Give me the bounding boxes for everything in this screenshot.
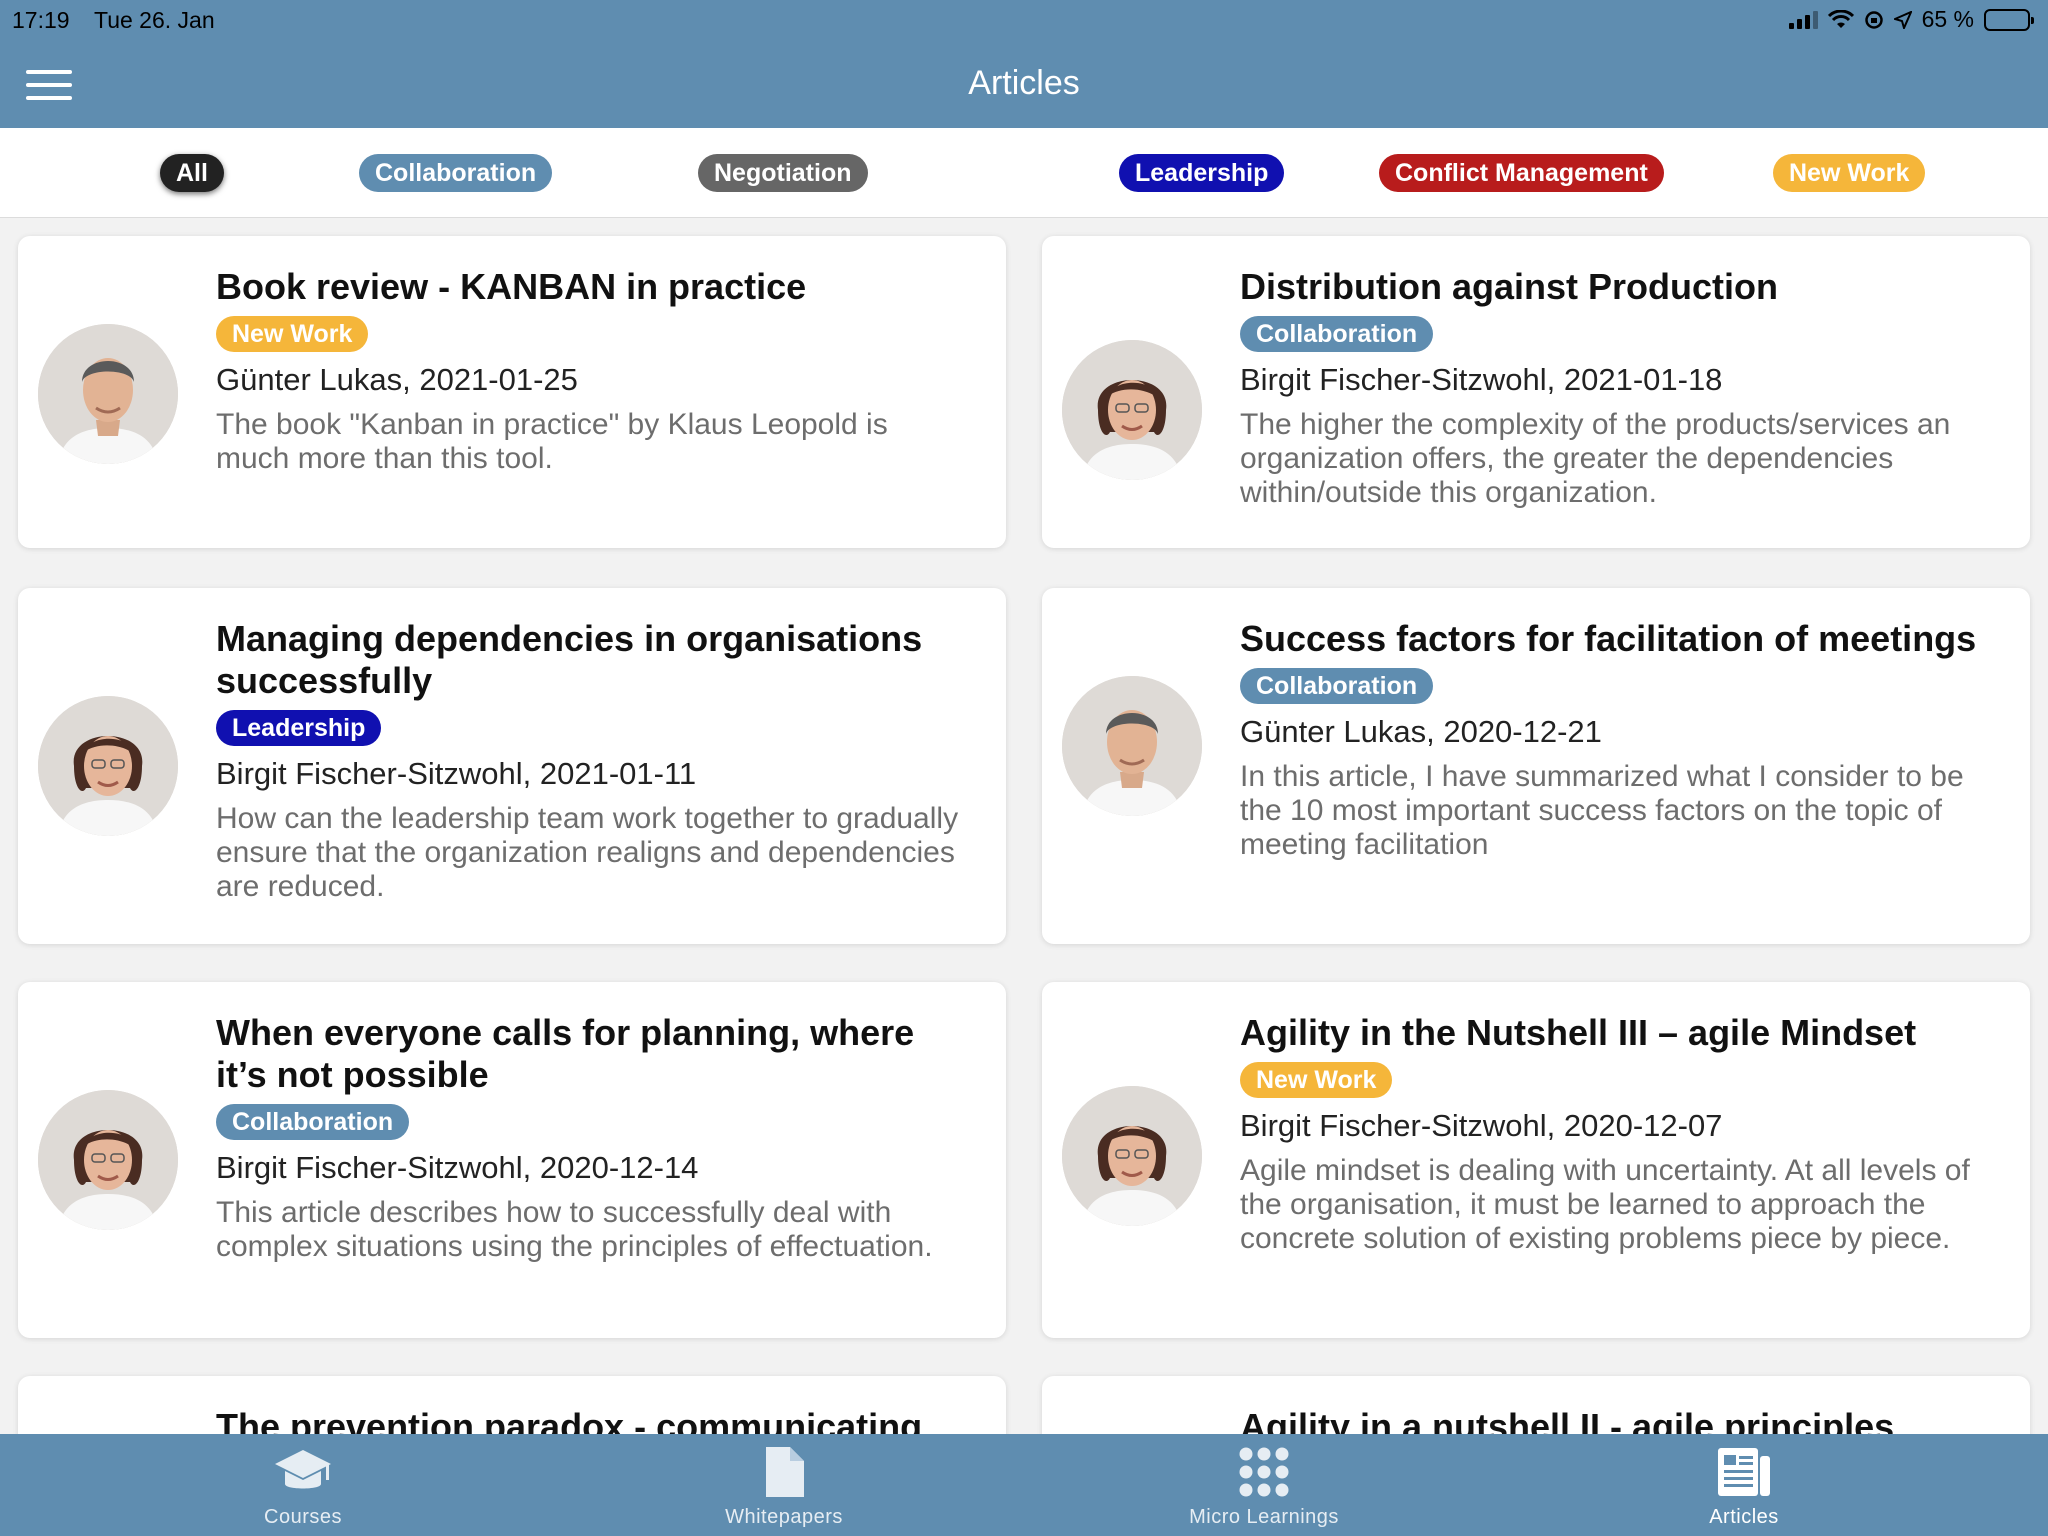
battery-icon	[1984, 8, 2034, 31]
filter-chip-all[interactable]: All	[160, 154, 224, 192]
article-card[interactable]: Success factors for facilitation of meet…	[1042, 588, 2030, 944]
status-indicators: 65 %	[1788, 6, 2034, 33]
article-title: Success factors for facilitation of meet…	[1240, 618, 1977, 659]
top-bar: 17:19 Tue 26. Jan 65 % Articles	[0, 0, 2048, 128]
article-title: Managing dependencies in organisations s…	[216, 618, 923, 701]
orientation-lock-icon	[1864, 10, 1883, 29]
filter-chip-leadership[interactable]: Leadership	[1119, 154, 1285, 192]
tab-label: Articles	[1709, 1506, 1779, 1528]
article-excerpt: The higher the complexity of the product…	[1240, 408, 1951, 509]
article-author-date: Günter Lukas, 2021-01-25	[216, 362, 578, 397]
tab-whitepapers[interactable]: Whitepapers	[644, 1434, 924, 1536]
tab-label: Courses	[264, 1506, 342, 1528]
status-bar: 17:19 Tue 26. Jan 65 %	[0, 0, 2048, 40]
article-author-date: Günter Lukas, 2020-12-21	[1240, 714, 1602, 749]
author-avatar	[1062, 676, 1202, 816]
article-title: When everyone calls for planning, where …	[216, 1012, 915, 1095]
graduation-cap-icon	[273, 1444, 333, 1500]
article-author-date: Birgit Fischer-Sitzwohl, 2021-01-11	[216, 756, 697, 791]
tab-courses[interactable]: Courses	[163, 1434, 443, 1536]
newspaper-icon	[1714, 1444, 1774, 1500]
cellular-signal-icon	[1788, 10, 1818, 29]
article-excerpt: The book "Kanban in practice" by Klaus L…	[216, 408, 888, 475]
tab-articles[interactable]: Articles	[1604, 1434, 1884, 1536]
article-tag: Collaboration	[1240, 668, 1434, 704]
article-title: Agility in the Nutshell III – agile Mind…	[1240, 1012, 1917, 1053]
article-list: Book review - KANBAN in practice New Wor…	[0, 218, 2048, 1434]
article-title: The prevention paradox - communicating	[216, 1406, 923, 1434]
article-author-date: Birgit Fischer-Sitzwohl, 2020-12-14	[216, 1150, 699, 1185]
tab-label: Whitepapers	[725, 1506, 843, 1528]
article-title: Distribution against Production	[1240, 266, 1778, 307]
dots-grid-icon	[1234, 1444, 1294, 1500]
article-author-date: Birgit Fischer-Sitzwohl, 2021-01-18	[1240, 362, 1723, 397]
article-excerpt: In this article, I have summarized what …	[1240, 760, 1964, 861]
article-card[interactable]: Agility in the Nutshell III – agile Mind…	[1042, 982, 2030, 1338]
status-date: Tue 26. Jan	[94, 7, 215, 33]
article-card[interactable]: When everyone calls for planning, where …	[18, 982, 1006, 1338]
article-card[interactable]: Managing dependencies in organisations s…	[18, 588, 1006, 944]
document-icon	[754, 1444, 814, 1500]
article-card[interactable]: Book review - KANBAN in practice New Wor…	[18, 236, 1006, 548]
category-filter-bar: All Collaboration Negotiation Leadership…	[0, 128, 2048, 218]
tab-micro-learnings[interactable]: Micro Learnings	[1124, 1434, 1404, 1536]
battery-percent: 65 %	[1921, 6, 1974, 32]
wifi-icon	[1827, 9, 1854, 28]
filter-chip-collaboration[interactable]: Collaboration	[359, 154, 553, 192]
author-avatar	[1062, 340, 1202, 480]
article-card[interactable]: Distribution against Production Collabor…	[1042, 236, 2030, 548]
status-time: 17:19	[12, 7, 70, 33]
author-avatar	[38, 696, 178, 836]
article-author-date: Birgit Fischer-Sitzwohl, 2020-12-07	[1240, 1108, 1723, 1143]
page-title: Articles	[968, 64, 1080, 102]
article-tag: New Work	[1240, 1062, 1393, 1098]
filter-chip-conflict-management[interactable]: Conflict Management	[1379, 154, 1664, 192]
bottom-tab-bar: Courses Whitepapers Micro Learnings Arti…	[0, 1434, 2048, 1536]
article-excerpt: Agile mindset is dealing with uncertaint…	[1240, 1154, 1970, 1255]
article-excerpt: This article describes how to successful…	[216, 1196, 933, 1263]
filter-chip-new-work[interactable]: New Work	[1773, 154, 1926, 192]
article-tag: Collaboration	[216, 1104, 410, 1140]
author-avatar	[1062, 1086, 1202, 1226]
article-tag: New Work	[216, 316, 369, 352]
article-title: Agility in a nutshell II - agile princip…	[1240, 1406, 1895, 1434]
article-card[interactable]: Agility in a nutshell II - agile princip…	[1042, 1376, 2030, 1434]
location-arrow-icon	[1893, 10, 1912, 29]
author-avatar	[38, 1090, 178, 1230]
author-avatar	[38, 324, 178, 464]
filter-chip-negotiation[interactable]: Negotiation	[698, 154, 868, 192]
article-excerpt: How can the leadership team work togethe…	[216, 802, 959, 903]
tab-label: Micro Learnings	[1189, 1506, 1339, 1528]
article-tag: Collaboration	[1240, 316, 1434, 352]
article-card[interactable]: The prevention paradox - communicating	[18, 1376, 1006, 1434]
article-title: Book review - KANBAN in practice	[216, 266, 807, 307]
article-tag: Leadership	[216, 710, 382, 746]
